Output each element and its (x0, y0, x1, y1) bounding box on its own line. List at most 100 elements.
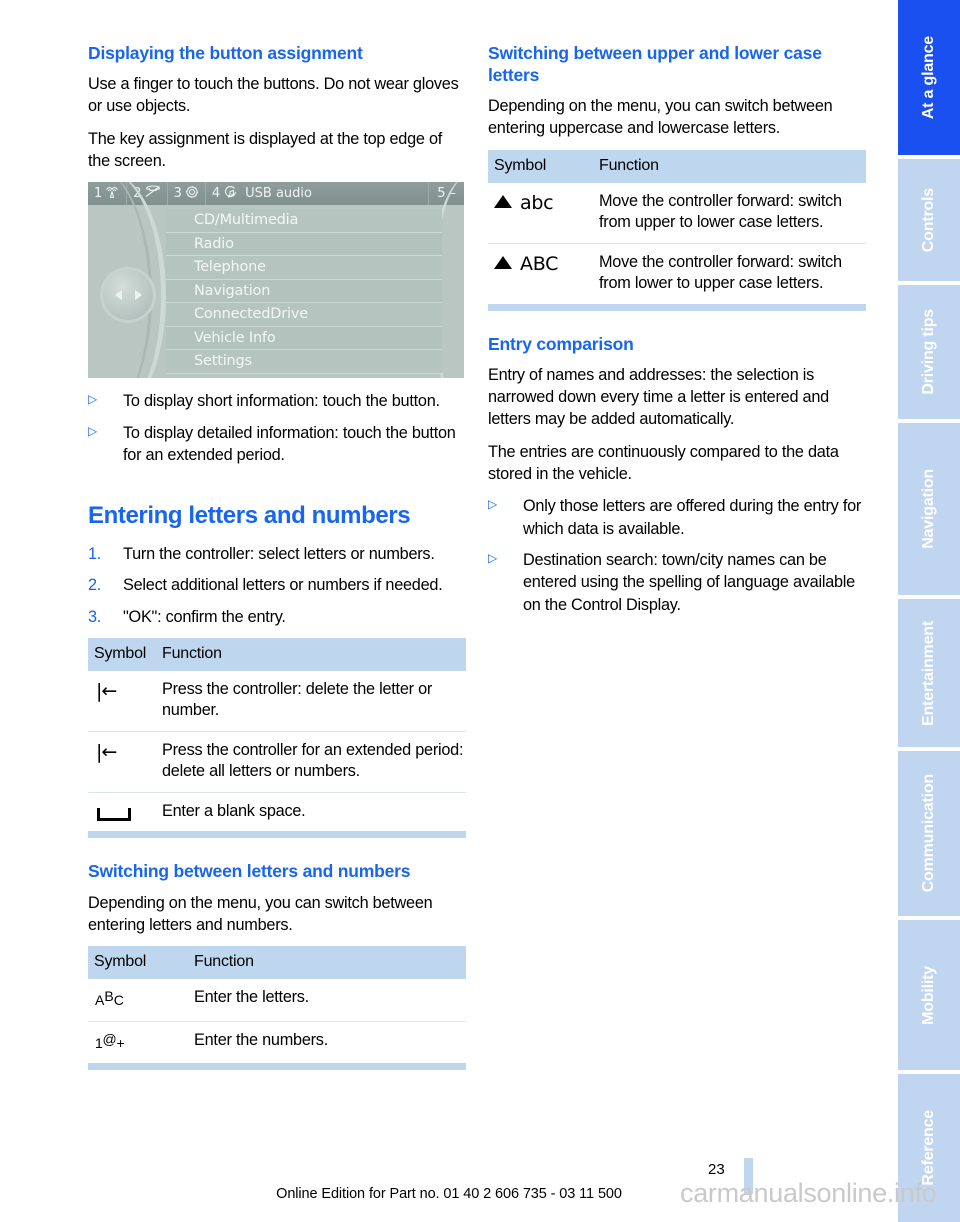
status-number-3: 3 (173, 186, 182, 202)
table-cell-function: Move the controller forward: switch from… (599, 191, 842, 232)
tab-driving-tips[interactable]: Driving tips (898, 285, 960, 419)
knob-left-arrow-icon (114, 290, 122, 301)
tab-label: Reference (920, 1110, 937, 1186)
table-footer-row (88, 831, 466, 839)
tab-label: Mobility (920, 965, 937, 1025)
table-header-row: Symbol Function (88, 637, 466, 671)
paragraph-upper-lower-case: Depending on the menu, you can switch be… (488, 97, 833, 138)
idrive-screen-figure: 1 2 3 4 USB audio 5 – CD/Multimedia Radi… (88, 182, 464, 379)
tab-label: Driving tips (920, 309, 937, 395)
step-number: 2. (88, 576, 102, 595)
tab-entertainment[interactable]: Entertainment (898, 599, 960, 747)
menu-item-telephone: Telephone (166, 256, 442, 280)
tab-label: Entertainment (920, 620, 937, 726)
numbers-mode-icon: 1@+ (88, 1020, 188, 1064)
list-item-label: Select additional letters or numbers if … (123, 576, 443, 595)
table-cell-function: Enter the letters. (194, 988, 309, 1007)
step-number: 1. (88, 545, 102, 564)
tab-mobility[interactable]: Mobility (898, 920, 960, 1070)
controller-knob-icon (100, 267, 156, 324)
list-item: 3. "OK": confirm the entry. (88, 606, 466, 628)
bullet-list-entry-comparison: ▷ Only those letters are offered during … (488, 495, 866, 616)
table-cell-function: Press the controller for an extended per… (156, 730, 466, 793)
table-row: Enter a blank space. (88, 791, 466, 832)
list-item: ▷ To display detailed information: touch… (88, 422, 466, 467)
menu-item-radio: Radio (166, 232, 442, 257)
section-heading-upper-lower-case: Switching between upper and lower case l… (488, 43, 822, 86)
uppercase-abc-label: ABC (520, 252, 559, 275)
tab-navigation[interactable]: Navigation (898, 423, 960, 595)
media-note-icon (223, 185, 238, 203)
menu-item-cd-multimedia: CD/Multimedia (166, 209, 442, 233)
section-heading-switching-letters-numbers: Switching between letters and numbers (88, 861, 411, 882)
status-number-5: 5 (437, 186, 446, 202)
tab-at-a-glance[interactable]: At a glance (898, 0, 960, 155)
table-cell-function: Move the controller forward: switch from… (593, 242, 866, 304)
tab-controls[interactable]: Controls (898, 159, 960, 281)
column-header-function: Function (188, 946, 466, 980)
list-item-label: To display short information: touch the … (123, 392, 440, 411)
status-item-3: 3 (168, 182, 206, 206)
tab-label: Navigation (920, 469, 937, 549)
list-item: 1. Turn the controller: select letters o… (88, 543, 466, 565)
section-heading-entry-comparison: Entry comparison (488, 333, 634, 354)
column-header-symbol: Symbol (488, 149, 593, 183)
table-header-row: Symbol Function (488, 149, 866, 183)
column-header-function: Function (156, 637, 466, 671)
list-item-label: Turn the controller: select letters or n… (123, 545, 435, 564)
table-row: ABC Enter the letters. (88, 979, 466, 1021)
idrive-menu-body: CD/Multimedia Radio Telephone Navigation… (88, 182, 464, 379)
bullet-triangle-icon: ▷ (488, 497, 497, 512)
table-row: |← Press the controller for an extended … (88, 730, 466, 793)
table-header-row: Symbol Function (88, 946, 466, 980)
menu-item-settings: Settings (166, 350, 442, 374)
table-row: abc Move the controller forward: switch … (488, 183, 866, 244)
table-cell-function: Enter a blank space. (156, 791, 466, 832)
list-item-label: Destination search: town/city names can … (523, 550, 855, 614)
tab-label: Controls (920, 187, 937, 253)
gear-icon (185, 185, 199, 203)
list-item: 2. Select additional letters or numbers … (88, 574, 466, 596)
status-label-usb-audio: USB audio (245, 186, 312, 202)
table-entering-symbols: Symbol Function |← Press the controller:… (88, 637, 466, 839)
lowercase-abc-label: abc (520, 191, 554, 214)
status-number-4: 4 (211, 186, 221, 202)
step-number: 3. (88, 607, 102, 626)
table-cell-function: Press the controller: delete the letter … (162, 679, 433, 720)
delete-all-icon: |← (88, 730, 156, 793)
left-column: Displaying the button assignment Use a f… (88, 42, 466, 1076)
list-item-label: "OK": confirm the entry. (123, 607, 286, 626)
list-item: ▷ Destination search: town/city names ca… (488, 549, 866, 616)
right-column: Switching between upper and lower case l… (488, 42, 866, 626)
list-item: ▷ Only those letters are offered during … (488, 495, 866, 540)
telephone-handset-icon (145, 185, 161, 202)
blank-space-icon (88, 791, 156, 832)
menu-item-navigation: Navigation (166, 279, 442, 304)
column-header-symbol: Symbol (88, 946, 188, 980)
section-heading-entering-letters-numbers: Entering letters and numbers (88, 502, 411, 530)
paragraph-entry-of-names: Entry of names and addresses: the select… (488, 365, 829, 429)
table-footer-bar (88, 1063, 466, 1071)
idrive-menu-list: CD/Multimedia Radio Telephone Navigation… (166, 209, 442, 374)
table-footer-row (488, 303, 866, 311)
tab-label: Communication (920, 774, 937, 893)
bullet-triangle-icon: ▷ (88, 423, 97, 438)
tab-communication[interactable]: Communication (898, 751, 960, 916)
table-cell-function: Enter the numbers. (188, 1020, 466, 1064)
table-row: ABC Move the controller forward: switch … (488, 242, 866, 304)
triangle-up-icon (494, 255, 512, 269)
table-row: |← Press the controller: delete the lett… (88, 671, 466, 732)
paragraph-switching-letters-numbers: Depending on the menu, you can switch be… (88, 893, 433, 934)
list-item-label: To display detailed information: touch t… (123, 423, 456, 464)
knob-right-arrow-icon (134, 290, 142, 301)
bullet-triangle-icon: ▷ (488, 550, 497, 565)
triangle-up-icon (494, 194, 512, 208)
page-number: 23 (708, 1161, 725, 1178)
table-footer-row (88, 1063, 466, 1071)
column-header-symbol: Symbol (88, 637, 156, 671)
triangle-uppercase-icon: ABC (488, 242, 593, 304)
tab-label: At a glance (920, 35, 937, 120)
bullet-list-display-info: ▷ To display short information: touch th… (88, 390, 466, 466)
numbered-list-entering-steps: 1. Turn the controller: select letters o… (88, 543, 466, 628)
